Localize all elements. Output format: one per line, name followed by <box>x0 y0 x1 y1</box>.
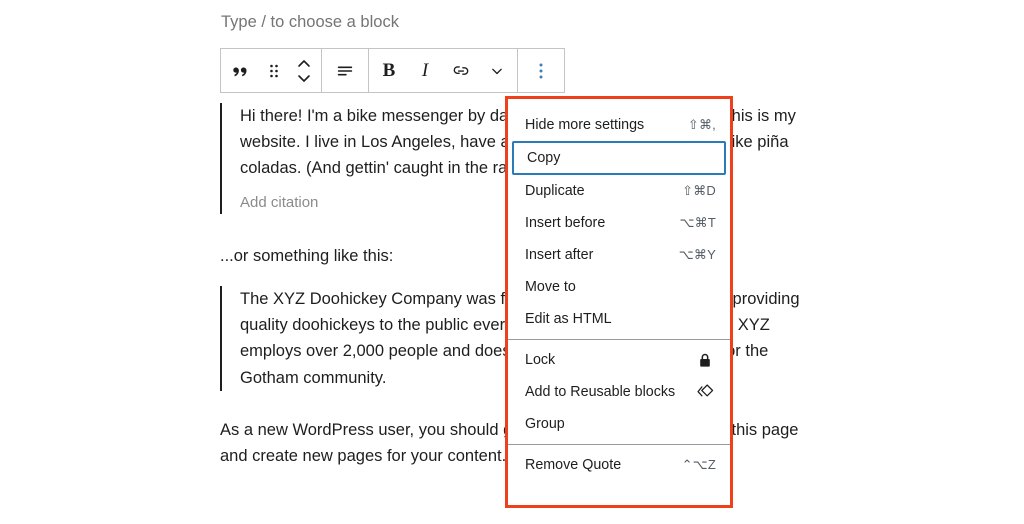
move-up-down-icon[interactable] <box>289 49 319 92</box>
menu-item-edit-as-html[interactable]: Edit as HTML <box>508 303 730 335</box>
menu-item-shortcut: ⌥⌘Y <box>678 247 716 262</box>
reusable-block-icon <box>694 383 716 401</box>
menu-item-label: Group <box>525 416 565 432</box>
menu-section-block-actions: Hide more settings ⇧⌘, Copy Duplicate ⇧⌘… <box>508 105 730 339</box>
block-editor-canvas: Type / to choose a block B I Hi there! I… <box>0 0 1024 524</box>
toolbar-group-formatting: B I <box>369 49 518 92</box>
menu-section-block-management: Lock Add to Reusable blocks Group <box>508 339 730 444</box>
block-placeholder-prompt: Type / to choose a block <box>221 13 399 31</box>
drag-handle-icon[interactable] <box>259 49 289 92</box>
options-ellipsis-icon[interactable] <box>520 49 562 92</box>
menu-item-add-to-reusable-blocks[interactable]: Add to Reusable blocks <box>508 376 730 408</box>
link-icon[interactable] <box>443 49 479 92</box>
menu-item-move-to[interactable]: Move to <box>508 271 730 303</box>
block-toolbar: B I <box>220 48 565 93</box>
menu-section-remove: Remove Quote ⌃⌥Z <box>508 444 730 485</box>
bold-glyph: B <box>382 59 396 81</box>
italic-icon[interactable]: I <box>407 49 443 92</box>
menu-item-label: Edit as HTML <box>525 311 612 327</box>
menu-item-shortcut: ⇧⌘D <box>682 183 716 198</box>
menu-item-shortcut: ⌥⌘T <box>679 215 716 230</box>
menu-item-shortcut: ⇧⌘, <box>687 117 716 132</box>
toolbar-group-options <box>518 49 564 92</box>
menu-item-remove-quote[interactable]: Remove Quote ⌃⌥Z <box>508 449 730 481</box>
lock-icon <box>694 352 716 369</box>
bold-icon[interactable]: B <box>371 49 407 92</box>
menu-item-label: Add to Reusable blocks <box>525 384 676 400</box>
menu-item-label: Duplicate <box>525 183 585 199</box>
menu-item-label: Copy <box>527 150 561 166</box>
block-type-quote-icon[interactable] <box>223 49 259 92</box>
menu-item-copy[interactable]: Copy <box>512 141 726 175</box>
menu-item-label: Move to <box>525 279 576 295</box>
italic-glyph: I <box>421 59 429 81</box>
menu-item-insert-before[interactable]: Insert before ⌥⌘T <box>508 207 730 239</box>
menu-item-label: Insert before <box>525 215 606 231</box>
menu-item-lock[interactable]: Lock <box>508 344 730 376</box>
menu-item-duplicate[interactable]: Duplicate ⇧⌘D <box>508 175 730 207</box>
toolbar-group-alignment <box>322 49 369 92</box>
menu-item-shortcut: ⌃⌥Z <box>681 457 716 472</box>
menu-item-insert-after[interactable]: Insert after ⌥⌘Y <box>508 239 730 271</box>
menu-item-label: Hide more settings <box>525 117 645 133</box>
menu-item-label: Insert after <box>525 247 594 263</box>
more-options-menu: Hide more settings ⇧⌘, Copy Duplicate ⇧⌘… <box>508 99 730 505</box>
toolbar-group-block <box>221 49 322 92</box>
more-rich-text-icon[interactable] <box>479 49 515 92</box>
menu-item-label: Lock <box>525 352 556 368</box>
align-text-icon[interactable] <box>324 49 366 92</box>
menu-item-group[interactable]: Group <box>508 408 730 440</box>
more-options-highlight-box: Hide more settings ⇧⌘, Copy Duplicate ⇧⌘… <box>505 96 733 508</box>
menu-item-label: Remove Quote <box>525 457 622 473</box>
menu-item-hide-more-settings[interactable]: Hide more settings ⇧⌘, <box>508 109 730 141</box>
